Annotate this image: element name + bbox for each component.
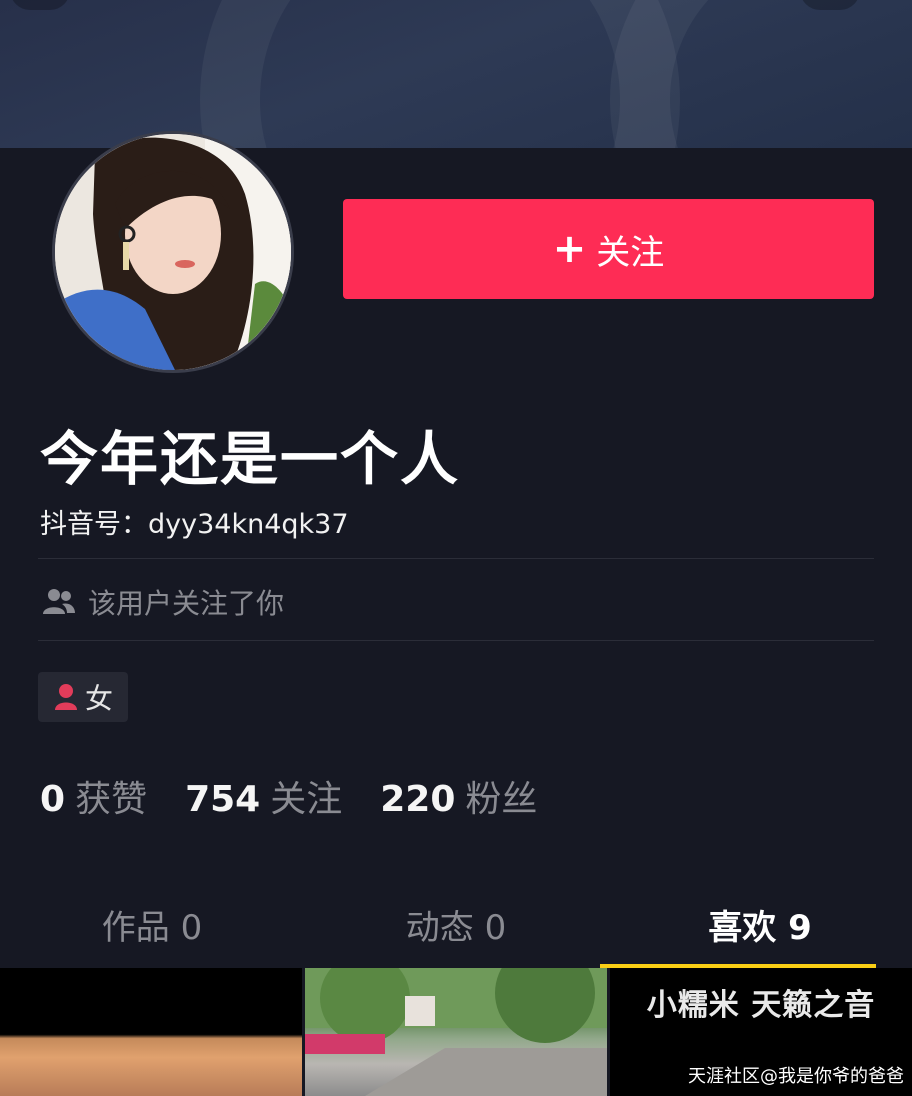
stat-value: 0 (40, 779, 66, 820)
stat-label: 粉丝 (465, 779, 538, 820)
avatar-image (55, 134, 291, 370)
stat-likes[interactable]: 0 获赞 (40, 770, 147, 822)
divider (38, 558, 874, 559)
follows-you-text: 该用户关注了你 (88, 587, 285, 620)
follows-you-row: 该用户关注了你 (42, 582, 284, 622)
users-icon (43, 589, 75, 614)
stat-followers[interactable]: 220 粉丝 (380, 770, 537, 822)
divider (38, 640, 874, 641)
follow-button-label: 关注 (596, 232, 665, 273)
gender-tag: 女 (38, 672, 128, 722)
profile-stats: 0 获赞 754 关注 220 粉丝 (40, 770, 575, 822)
stat-value: 754 (185, 779, 261, 820)
stat-label: 关注 (270, 779, 343, 820)
profile-tabs: 作品 0 动态 0 喜欢 9 (0, 880, 912, 968)
stat-value: 220 (380, 779, 456, 820)
plus-icon: + (552, 226, 587, 272)
stat-label: 获赞 (75, 779, 148, 820)
thumbnail-caption: 小糯米 天籁之音 (646, 988, 876, 1023)
profile-nickname: 今年还是一个人 (40, 425, 461, 493)
video-thumbnail[interactable] (305, 968, 607, 1096)
watermark: 天涯社区@我是你爷的爸爸 (688, 1066, 904, 1087)
female-icon (54, 684, 77, 710)
video-thumbnail[interactable] (0, 968, 302, 1096)
douyin-id[interactable]: 抖音号：dyy34kn4qk37 (40, 502, 349, 541)
stat-following[interactable]: 754 关注 (185, 770, 342, 822)
tab-works[interactable]: 作品 0 (0, 880, 304, 968)
tab-label: 动态 0 (405, 907, 507, 948)
tab-activity[interactable]: 动态 0 (304, 880, 608, 968)
tab-likes[interactable]: 喜欢 9 (600, 880, 912, 968)
cover-banner (0, 0, 912, 148)
thumbnail-image (305, 968, 607, 1096)
follow-button[interactable]: + 关注 (343, 199, 874, 299)
tab-label: 作品 0 (101, 907, 203, 948)
avatar[interactable] (52, 131, 294, 373)
tab-label: 喜欢 9 (708, 907, 812, 948)
gender-label: 女 (84, 682, 113, 715)
